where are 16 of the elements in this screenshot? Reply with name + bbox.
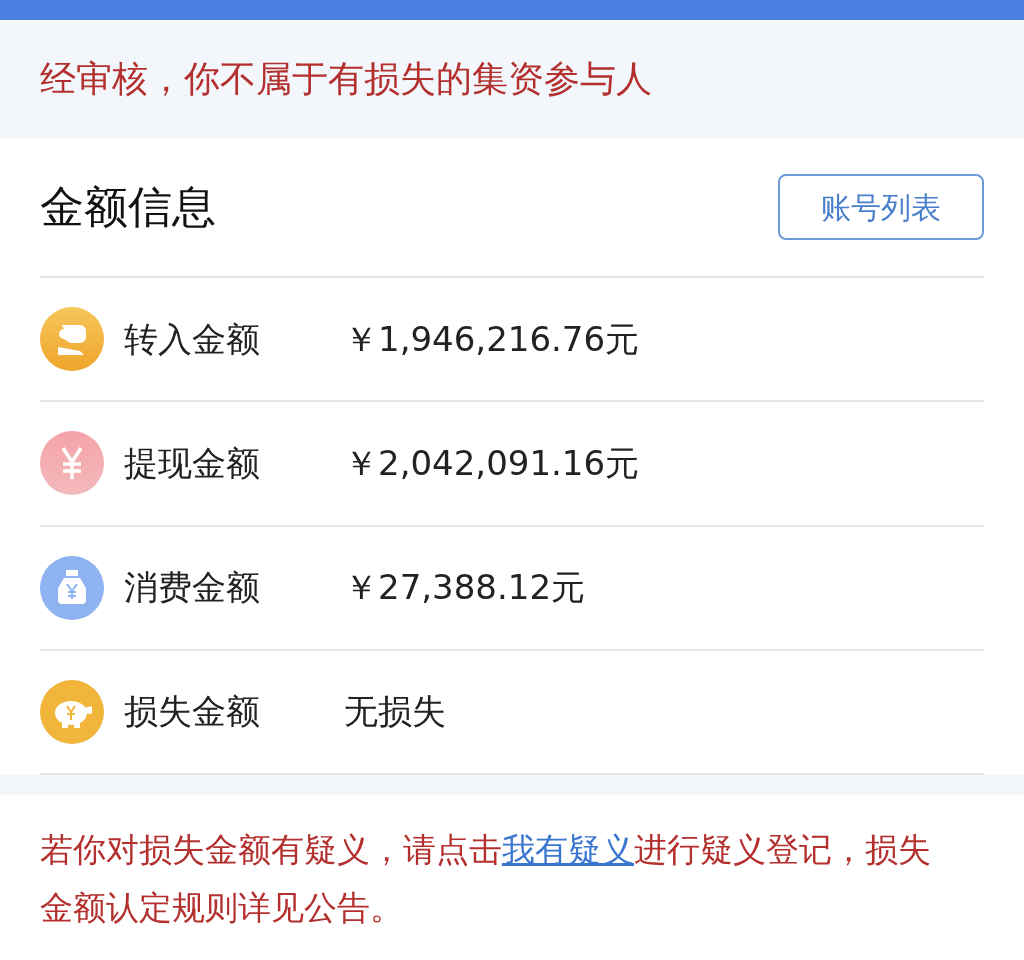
amount-label: 消费金额 — [124, 566, 261, 610]
objection-link[interactable]: 我有疑义 — [502, 830, 634, 869]
amount-value: ￥1,946,216.76元 — [344, 317, 640, 361]
footer-paragraph: 若你对损失金额有疑义，请点击我有疑义进行疑义登记，损失金额认定规则详见公告。 — [40, 829, 932, 929]
amount-label: 损失金额 — [124, 690, 261, 734]
notice-text: 经审核，你不属于有损失的集资参与人 — [40, 57, 652, 101]
money-bag-icon — [40, 555, 104, 620]
yen-icon — [40, 431, 104, 496]
amount-value: ￥27,388.12元 — [344, 566, 586, 610]
account-list-button[interactable]: 账号列表 — [778, 174, 984, 241]
piggy-bank-icon — [40, 679, 104, 744]
amount-label: 提现金额 — [124, 441, 261, 485]
amount-label: 转入金额 — [124, 317, 261, 361]
amount-value: 无损失 — [344, 690, 446, 734]
section-title: 金额信息 — [40, 180, 216, 235]
amount-value: ￥2,042,091.16元 — [344, 441, 640, 485]
